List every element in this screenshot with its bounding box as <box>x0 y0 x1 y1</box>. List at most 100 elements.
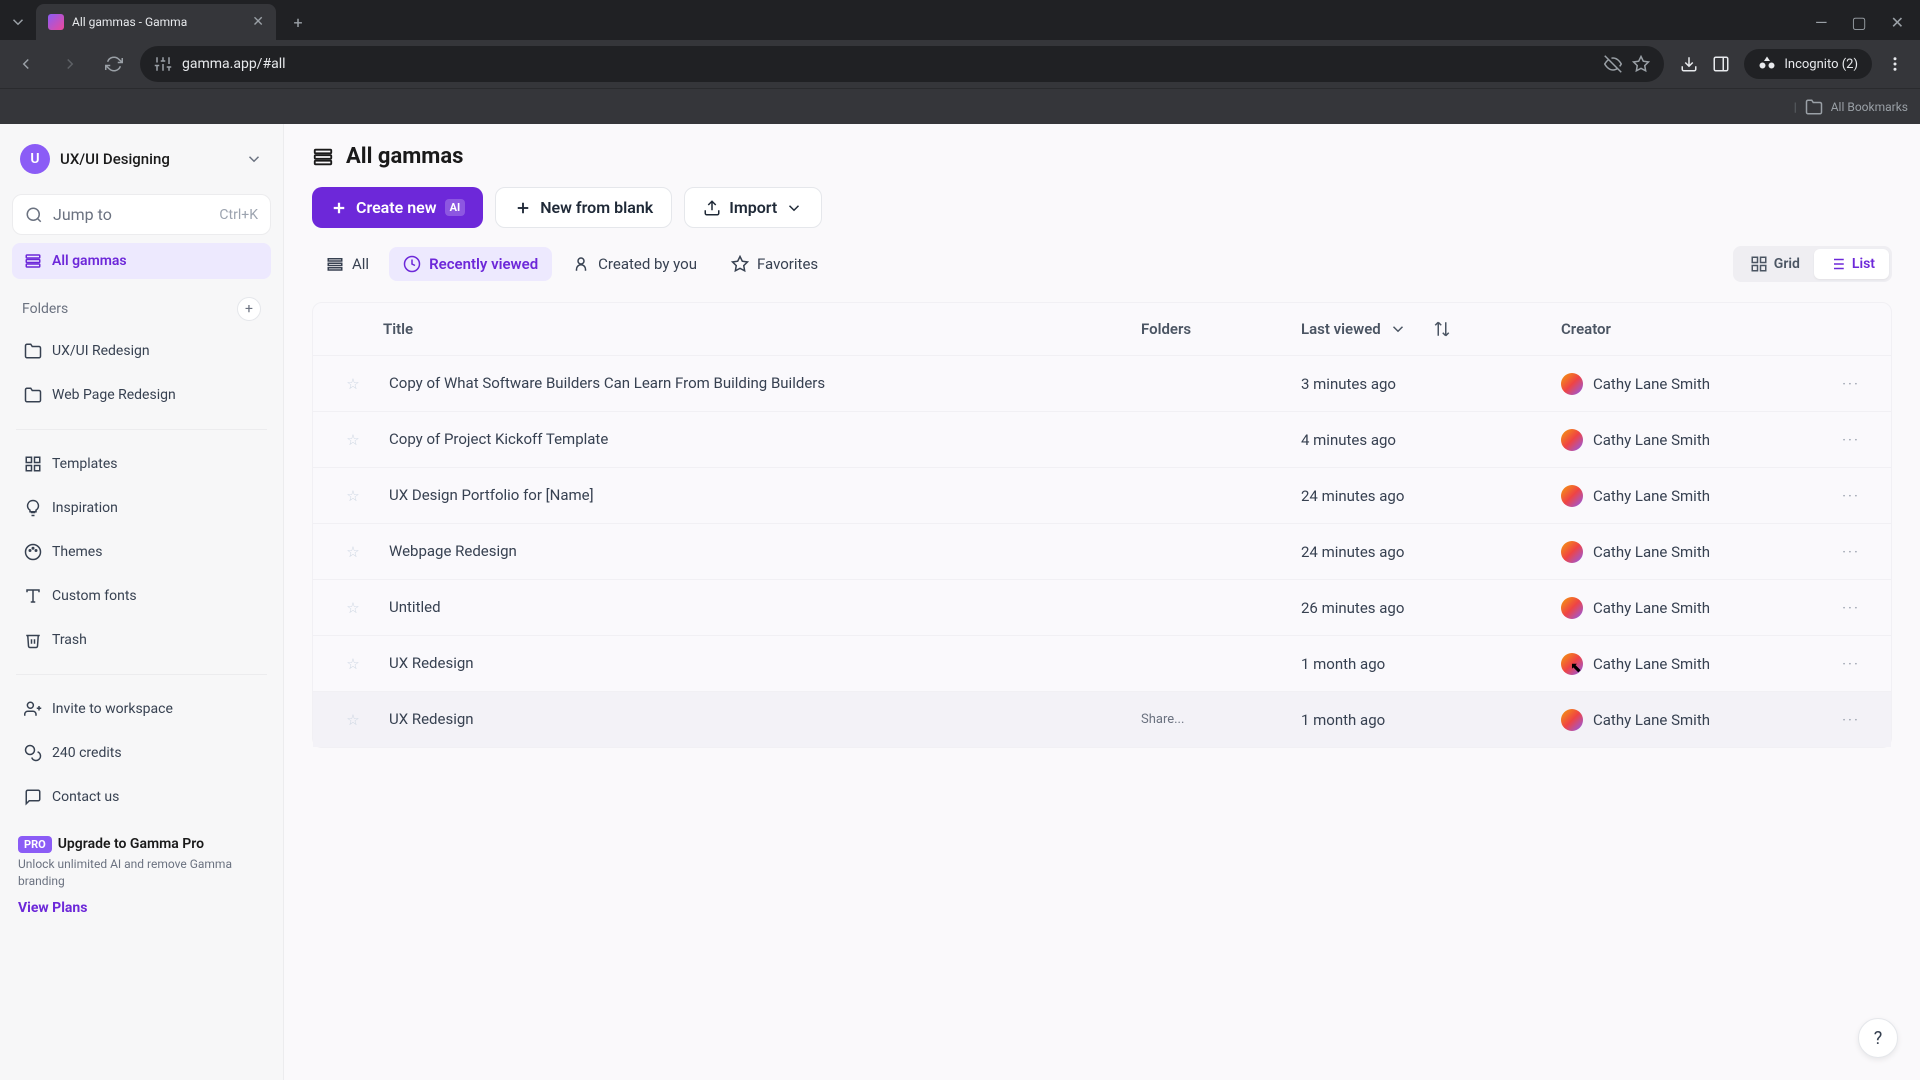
reload-button[interactable] <box>96 46 132 82</box>
stack-icon <box>312 146 334 168</box>
stack-icon <box>24 252 42 270</box>
sidebar-item-custom-fonts[interactable]: Custom fonts <box>12 578 271 614</box>
sidebar-item-themes[interactable]: Themes <box>12 534 271 570</box>
address-bar[interactable]: gamma.app/#all <box>140 46 1664 82</box>
table-row[interactable]: ☆UX Design Portfolio for [Name]24 minute… <box>313 467 1891 523</box>
forward-button[interactable] <box>52 46 88 82</box>
list-view-button[interactable]: List <box>1814 249 1889 279</box>
chrome-menu-icon[interactable] <box>1886 55 1904 73</box>
table-row[interactable]: ☆UX RedesignShare...1 month agoCathy Lan… <box>313 691 1891 747</box>
table-row[interactable]: ☆Untitled26 minutes agoCathy Lane Smith·… <box>313 579 1891 635</box>
row-folders: Share... <box>1141 712 1301 727</box>
filter-recently-viewed[interactable]: Recently viewed <box>389 247 552 281</box>
filter-created-by-you[interactable]: Created by you <box>558 247 711 281</box>
search-placeholder: Jump to <box>53 205 209 224</box>
star-icon <box>731 255 749 273</box>
sidebar-item-label: Custom fonts <box>52 588 137 604</box>
col-title[interactable]: Title <box>383 320 1141 338</box>
minimize-button[interactable]: — <box>1815 13 1828 32</box>
back-button[interactable] <box>8 46 44 82</box>
plus-icon <box>514 199 532 217</box>
help-button[interactable]: ? <box>1858 1018 1898 1058</box>
sidebar-folder[interactable]: Web Page Redesign <box>12 377 271 413</box>
bookmark-star-icon[interactable] <box>1632 55 1650 73</box>
window-controls: — ▢ ✕ <box>1799 13 1920 40</box>
add-folder-button[interactable]: + <box>237 297 261 321</box>
row-more-button[interactable]: ··· <box>1821 655 1881 673</box>
view-label: Grid <box>1774 256 1800 272</box>
all-bookmarks-link[interactable]: All Bookmarks <box>1831 100 1908 114</box>
workspace-switcher[interactable]: U UX/UI Designing <box>12 138 271 180</box>
close-tab-button[interactable]: ✕ <box>252 14 264 30</box>
row-more-button[interactable]: ··· <box>1821 599 1881 617</box>
row-more-button[interactable]: ··· <box>1821 487 1881 505</box>
folders-section-header: Folders + <box>12 287 271 325</box>
sidebar-item-all-gammas[interactable]: All gammas <box>12 243 271 279</box>
site-settings-icon[interactable] <box>154 55 172 73</box>
tab-search-dropdown[interactable] <box>0 4 36 40</box>
incognito-icon <box>1758 55 1776 73</box>
favorite-star[interactable]: ☆ <box>323 543 383 561</box>
favorite-star[interactable]: ☆ <box>323 711 383 729</box>
arrow-right-icon <box>61 55 79 73</box>
filter-all[interactable]: All <box>312 247 383 281</box>
row-more-button[interactable]: ··· <box>1821 431 1881 449</box>
table-row[interactable]: ☆UX Redesign1 month agoCathy Lane Smith·… <box>313 635 1891 691</box>
filter-label: Favorites <box>757 255 818 273</box>
row-creator: Cathy Lane Smith <box>1561 373 1821 395</box>
row-title: Untitled <box>383 587 1141 627</box>
button-label: Create new <box>356 198 437 217</box>
filter-label: All <box>352 255 369 273</box>
pro-badge: PRO <box>18 836 52 853</box>
row-more-button[interactable]: ··· <box>1821 543 1881 561</box>
sidebar-item-invite[interactable]: Invite to workspace <box>12 691 271 727</box>
favorite-star[interactable]: ☆ <box>323 487 383 505</box>
table-row[interactable]: ☆Copy of Project Kickoff Template4 minut… <box>313 411 1891 467</box>
row-title: Copy of What Software Builders Can Learn… <box>383 363 1141 403</box>
new-from-blank-button[interactable]: New from blank <box>495 187 672 228</box>
row-more-button[interactable]: ··· <box>1821 375 1881 393</box>
view-plans-link[interactable]: View Plans <box>18 900 87 916</box>
sidebar-item-contact[interactable]: Contact us <box>12 779 271 815</box>
row-title: Copy of Project Kickoff Template <box>383 419 1141 459</box>
sort-swap-icon[interactable] <box>1433 320 1451 338</box>
lightbulb-icon <box>24 499 42 517</box>
col-folders[interactable]: Folders <box>1141 320 1301 338</box>
sidebar-item-credits[interactable]: 240 credits <box>12 735 271 771</box>
sidebar-item-inspiration[interactable]: Inspiration <box>12 490 271 526</box>
download-icon[interactable] <box>1680 55 1698 73</box>
grid-view-button[interactable]: Grid <box>1736 249 1814 279</box>
close-window-button[interactable]: ✕ <box>1891 13 1904 32</box>
filter-favorites[interactable]: Favorites <box>717 247 832 281</box>
table-row[interactable]: ☆Webpage Redesign24 minutes agoCathy Lan… <box>313 523 1891 579</box>
favorite-star[interactable]: ☆ <box>323 655 383 673</box>
pro-title: Upgrade to Gamma Pro <box>58 836 204 852</box>
row-more-button[interactable]: ··· <box>1821 711 1881 729</box>
import-button[interactable]: Import <box>684 187 822 228</box>
new-tab-button[interactable]: + <box>284 8 312 36</box>
maximize-button[interactable]: ▢ <box>1851 13 1866 32</box>
chevron-down-icon <box>245 150 263 168</box>
favorite-star[interactable]: ☆ <box>323 599 383 617</box>
sidebar-folder[interactable]: UX/UI Redesign <box>12 333 271 369</box>
col-last-viewed[interactable]: Last viewed <box>1301 320 1561 338</box>
sidebar-item-label: Templates <box>52 456 118 472</box>
col-creator[interactable]: Creator <box>1561 320 1821 338</box>
row-title: UX Design Portfolio for [Name] <box>383 475 1141 515</box>
grid-icon <box>24 455 42 473</box>
browser-tab-strip: All gammas - Gamma ✕ + — ▢ ✕ <box>0 0 1920 40</box>
side-panel-icon[interactable] <box>1712 55 1730 73</box>
sidebar-item-templates[interactable]: Templates <box>12 446 271 482</box>
jump-to-search[interactable]: Jump to Ctrl+K <box>12 194 271 235</box>
grid-icon <box>1750 255 1768 273</box>
incognito-indicator[interactable]: Incognito (2) <box>1744 49 1872 79</box>
folder-icon <box>24 386 42 404</box>
row-last-viewed: 26 minutes ago <box>1301 599 1561 617</box>
eye-off-icon[interactable] <box>1604 55 1622 73</box>
sidebar-item-trash[interactable]: Trash <box>12 622 271 658</box>
browser-tab[interactable]: All gammas - Gamma ✕ <box>36 4 276 40</box>
table-row[interactable]: ☆Copy of What Software Builders Can Lear… <box>313 355 1891 411</box>
create-new-button[interactable]: Create new AI <box>312 187 483 228</box>
favorite-star[interactable]: ☆ <box>323 375 383 393</box>
favorite-star[interactable]: ☆ <box>323 431 383 449</box>
